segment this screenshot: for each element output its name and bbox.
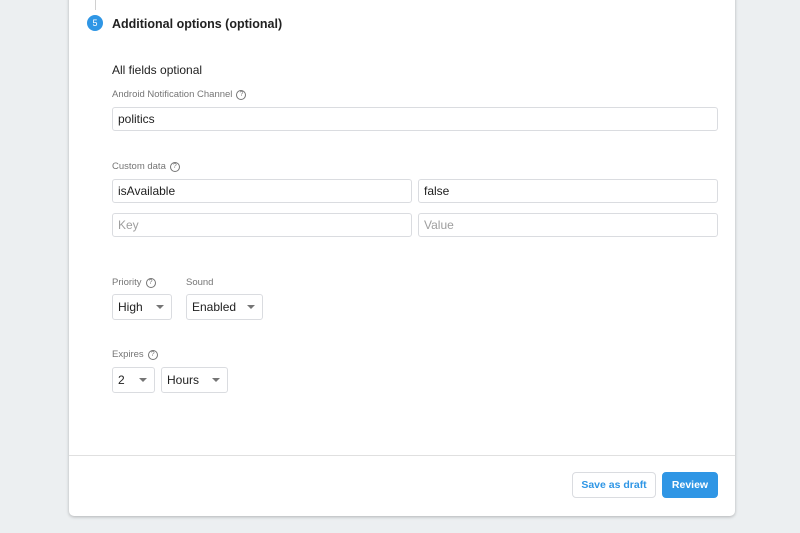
priority-value: High xyxy=(118,300,143,314)
sound-label: Sound xyxy=(186,277,213,288)
notification-channel-input[interactable] xyxy=(112,107,718,131)
expires-amount-select[interactable]: 2 xyxy=(112,367,155,393)
notification-channel-label: Android Notification Channel ? xyxy=(112,89,247,100)
dropdown-caret-icon xyxy=(212,378,220,382)
review-button[interactable]: Review xyxy=(662,472,718,498)
step-title: Additional options (optional) xyxy=(112,17,283,31)
help-icon[interactable]: ? xyxy=(145,277,156,288)
custom-data-value-input-empty[interactable] xyxy=(418,213,718,237)
custom-data-label-text: Custom data xyxy=(112,161,166,172)
custom-data-key-input[interactable] xyxy=(112,179,412,203)
expires-label: Expires ? xyxy=(112,349,158,360)
footer-divider xyxy=(69,455,735,456)
expires-unit-value: Hours xyxy=(167,373,200,387)
help-icon[interactable]: ? xyxy=(147,349,158,360)
expires-label-text: Expires xyxy=(112,349,144,360)
notification-channel-label-text: Android Notification Channel xyxy=(112,89,233,100)
expires-amount-value: 2 xyxy=(118,373,125,387)
priority-label: Priority ? xyxy=(112,277,156,288)
custom-data-label: Custom data ? xyxy=(112,161,180,172)
section-subtitle: All fields optional xyxy=(112,63,203,77)
expires-unit-select[interactable]: Hours xyxy=(161,367,228,393)
options-card: 5 Additional options (optional) All fiel… xyxy=(69,0,735,516)
step-number-badge: 5 xyxy=(87,15,103,31)
dropdown-caret-icon xyxy=(139,378,147,382)
step-connector-line xyxy=(95,0,96,10)
help-icon[interactable]: ? xyxy=(169,161,180,172)
help-icon[interactable]: ? xyxy=(236,89,247,100)
sound-select[interactable]: Enabled xyxy=(186,294,263,320)
save-as-draft-button[interactable]: Save as draft xyxy=(572,472,656,498)
sound-label-text: Sound xyxy=(186,277,214,288)
custom-data-key-input-empty[interactable] xyxy=(112,213,412,237)
custom-data-value-input[interactable] xyxy=(418,179,718,203)
sound-value: Enabled xyxy=(192,300,237,314)
priority-label-text: Priority xyxy=(112,277,142,288)
dropdown-caret-icon xyxy=(247,305,255,309)
priority-select[interactable]: High xyxy=(112,294,172,320)
dropdown-caret-icon xyxy=(156,305,164,309)
